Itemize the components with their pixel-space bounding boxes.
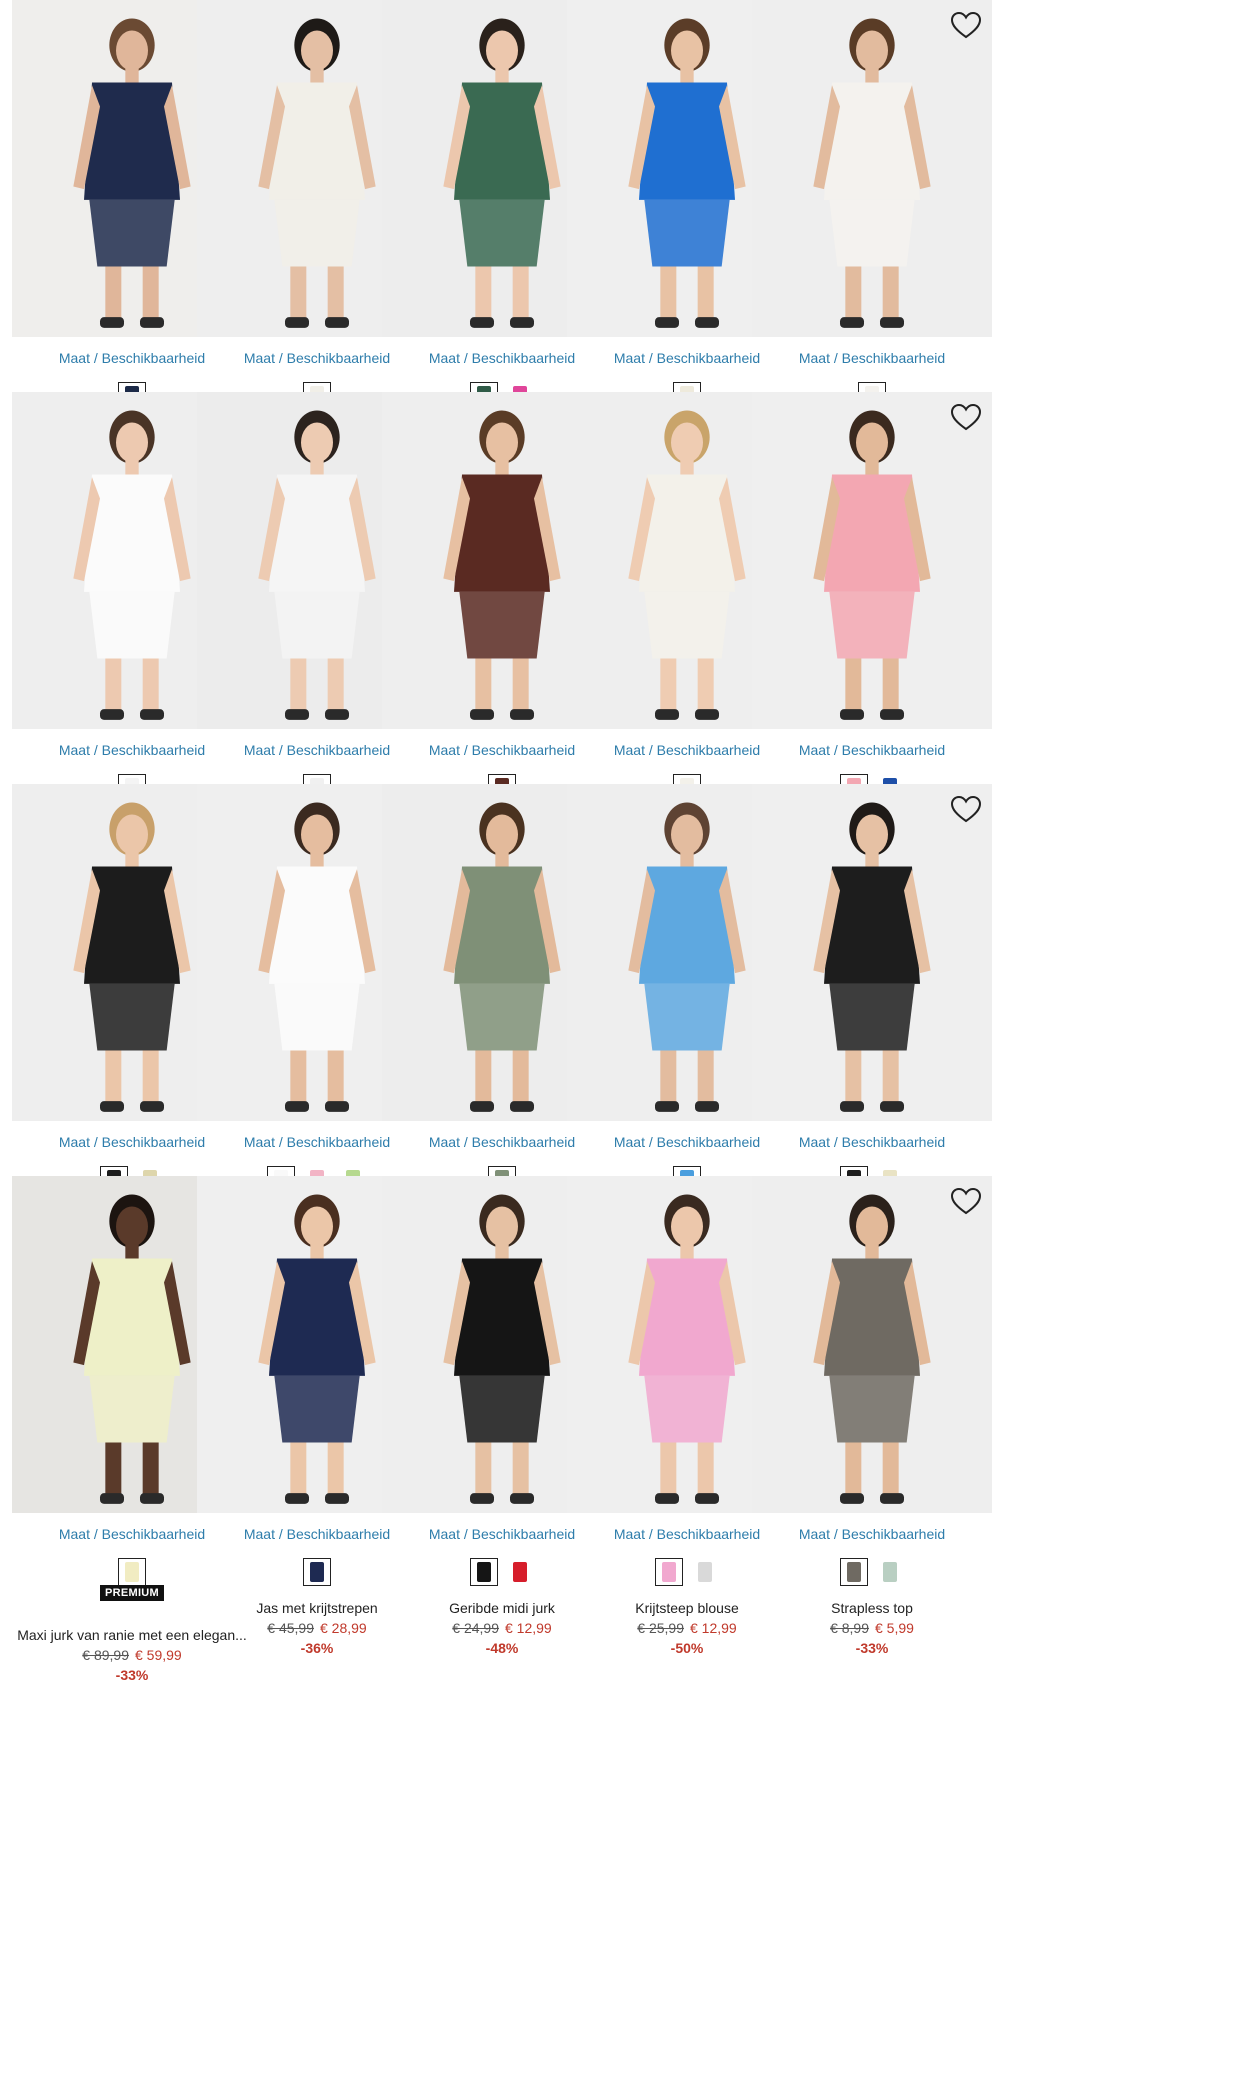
product-name[interactable]: Strapless top xyxy=(752,1600,992,1616)
color-swatch[interactable] xyxy=(655,1558,683,1586)
color-chip xyxy=(125,1562,139,1582)
sale-price: € 59,99 xyxy=(135,1647,182,1663)
size-availability-link[interactable]: Maat / Beschikbaarheid xyxy=(752,1526,992,1542)
old-price: € 45,99 xyxy=(267,1620,314,1636)
wishlist-heart-icon[interactable] xyxy=(948,1184,984,1220)
color-chip xyxy=(477,1562,491,1582)
size-availability-link[interactable]: Maat / Beschikbaarheid xyxy=(752,350,992,366)
color-chip xyxy=(513,1562,527,1582)
color-swatch[interactable] xyxy=(876,1558,904,1586)
wishlist-heart-icon[interactable] xyxy=(948,792,984,828)
color-swatch[interactable] xyxy=(470,1558,498,1586)
sale-price: € 12,99 xyxy=(690,1620,737,1636)
discount-percentage: -33% xyxy=(855,1640,889,1656)
color-swatch[interactable] xyxy=(691,1558,719,1586)
color-swatch[interactable] xyxy=(840,1558,868,1586)
sale-price: € 28,99 xyxy=(320,1620,367,1636)
old-price: € 89,99 xyxy=(82,1647,129,1663)
wishlist-heart-icon[interactable] xyxy=(948,8,984,44)
color-chip xyxy=(662,1562,676,1582)
size-availability-link[interactable]: Maat / Beschikbaarheid xyxy=(752,742,992,758)
old-price: € 8,99 xyxy=(830,1620,869,1636)
size-availability-link[interactable]: Maat / Beschikbaarheid xyxy=(752,1134,992,1150)
premium-badge-label: PREMIUM xyxy=(99,1585,165,1601)
product-image[interactable] xyxy=(752,0,992,337)
old-price: € 25,99 xyxy=(637,1620,684,1636)
color-chip xyxy=(883,1562,897,1582)
sale-price: € 5,99 xyxy=(875,1620,914,1636)
color-swatch[interactable] xyxy=(118,1558,146,1586)
product-grid: Maat / BeschikbaarheidSpijker broekrok i… xyxy=(0,0,1250,2082)
color-chip xyxy=(698,1562,712,1582)
color-chip xyxy=(847,1562,861,1582)
old-price: € 24,99 xyxy=(452,1620,499,1636)
product-image[interactable] xyxy=(752,1176,992,1513)
product-image[interactable] xyxy=(752,784,992,1121)
color-swatch[interactable] xyxy=(506,1558,534,1586)
wishlist-heart-icon[interactable] xyxy=(948,400,984,436)
sale-price: € 12,99 xyxy=(505,1620,552,1636)
product-price: € 8,99 € 5,99 xyxy=(752,1620,992,1636)
product-image[interactable] xyxy=(752,392,992,729)
color-swatches xyxy=(752,1558,992,1588)
product-card[interactable]: Maat / Beschikbaarheid Strapless top € 8,9… xyxy=(752,1176,992,1676)
color-chip xyxy=(310,1562,324,1582)
color-swatch[interactable] xyxy=(303,1558,331,1586)
